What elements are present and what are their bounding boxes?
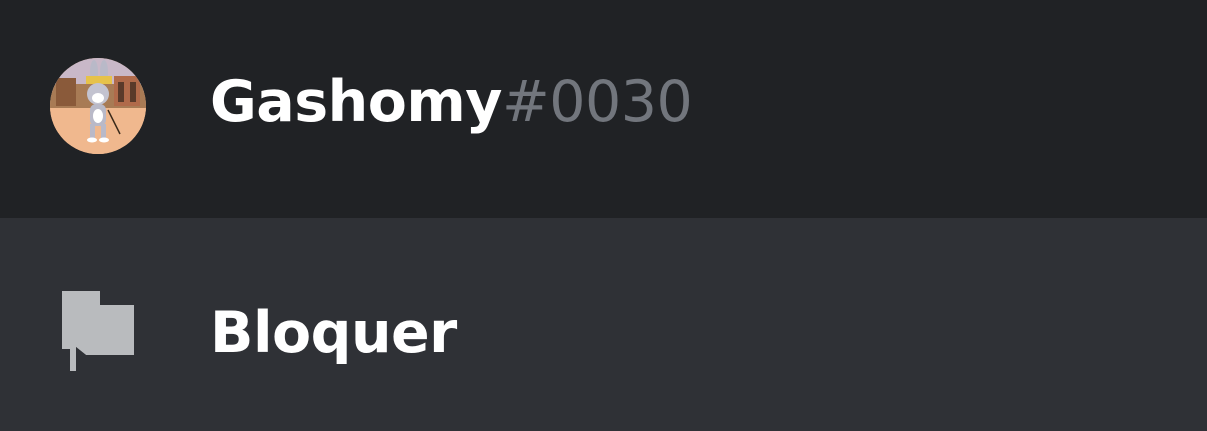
flag-icon	[62, 291, 136, 371]
user-discriminator: #0030	[501, 69, 693, 135]
menu-item-block[interactable]	[0, 218, 1207, 431]
menu-item-label: Bloquer	[210, 300, 457, 366]
user-context-panel: Gashomy#0030 Bloquer	[0, 0, 1207, 431]
username: Gashomy	[210, 69, 502, 135]
username-line: Gashomy#0030	[210, 66, 693, 138]
avatar[interactable]	[50, 58, 146, 154]
avatar-image	[50, 58, 146, 154]
user-header: Gashomy#0030	[0, 0, 1207, 218]
